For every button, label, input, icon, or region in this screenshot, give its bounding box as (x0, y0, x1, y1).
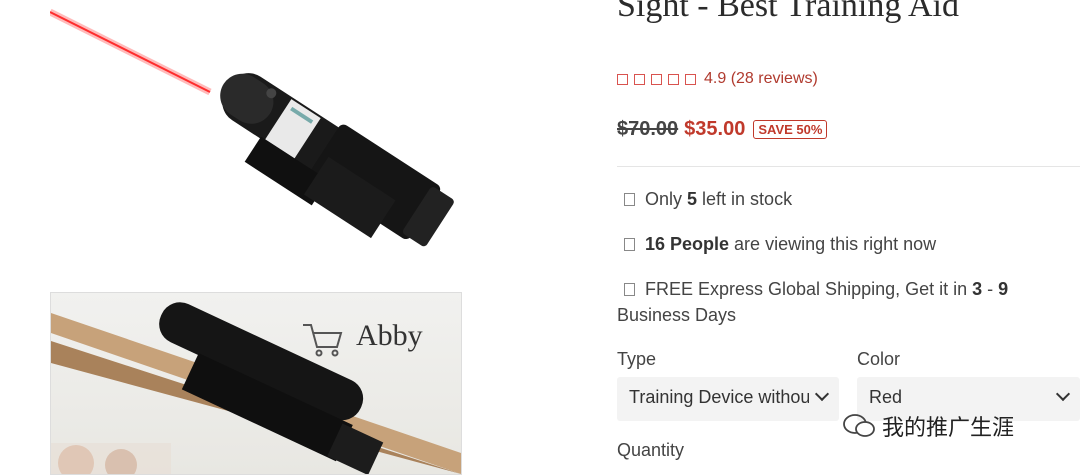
chevron-down-icon (814, 386, 830, 402)
stock-post-text: left in stock (697, 189, 793, 209)
product-title: Sight - Best Training Aid (617, 0, 959, 24)
shipping-max-days: 9 (998, 279, 1009, 299)
save-badge: SAVE 50% (753, 120, 828, 139)
color-select-value: Red (869, 387, 903, 407)
type-select-value: Training Device without (629, 387, 809, 407)
shipping-min-days: 3 (972, 279, 983, 299)
stock-info: Only 5 left in stock (617, 186, 792, 212)
viewers-text: are viewing this right now (729, 234, 937, 254)
shipping-info: FREE Express Global Shipping, Get it in … (617, 276, 1077, 328)
star-icon (668, 73, 679, 85)
chevron-down-icon (1055, 386, 1071, 402)
divider (617, 166, 1080, 167)
star-icon (617, 73, 628, 85)
shipping-days-text: Business Days (617, 305, 737, 325)
viewers-info: 16 People are viewing this right now (617, 231, 936, 257)
cart-icon (303, 324, 343, 357)
type-label: Type (617, 349, 657, 369)
stock-count: 5 (687, 189, 698, 209)
sale-price: $35.00 (684, 118, 746, 140)
star-rating (617, 73, 696, 85)
watermark-text: 我的推广生涯 (882, 415, 1015, 440)
price-row: $70.00 $35.00 SAVE 50% (617, 118, 828, 141)
rating-row[interactable]: 4.9 (28 reviews) (617, 70, 818, 88)
product-box-image[interactable]: Abby (50, 292, 462, 475)
rating-text[interactable]: 4.9 (28 reviews) (704, 70, 818, 88)
type-select[interactable]: Training Device without (617, 377, 839, 421)
stock-icon (624, 193, 635, 206)
truck-icon (624, 283, 635, 296)
stock-pre-text: Only (645, 189, 688, 209)
star-icon (634, 73, 645, 85)
eye-icon (624, 238, 635, 251)
color-label: Color (857, 349, 901, 369)
star-icon (685, 73, 696, 85)
star-icon (651, 73, 662, 85)
original-price: $70.00 (617, 118, 679, 140)
shipping-dash: - (982, 279, 999, 299)
box-brand-text: Abby (356, 319, 423, 352)
wechat-icon (843, 414, 875, 437)
product-gallery: Abby (0, 0, 600, 475)
watermark: 我的推广生涯 (842, 410, 1014, 442)
quantity-label: Quantity (617, 440, 685, 460)
viewer-count: 16 People (645, 234, 730, 254)
laser-sight-image[interactable] (50, 0, 510, 260)
shipping-text: FREE Express Global Shipping, Get it in (645, 279, 973, 299)
